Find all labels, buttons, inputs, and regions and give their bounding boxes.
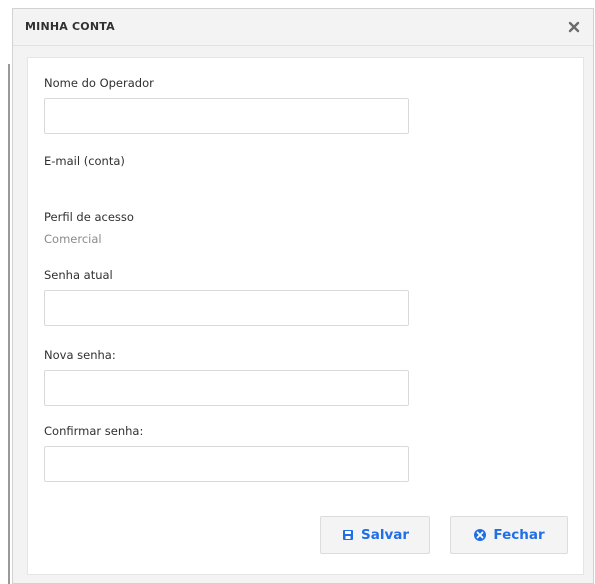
access-profile-value: Comercial [44,232,102,246]
confirm-password-label: Confirmar senha: [44,424,144,438]
current-password-label: Senha atual [44,268,113,282]
operator-name-input[interactable] [44,98,409,134]
new-password-label: Nova senha: [44,348,116,362]
background-left-edge [8,64,10,584]
dialog-close-button[interactable] [565,18,583,36]
close-x-icon [568,21,580,33]
confirm-password-input[interactable] [44,446,409,482]
dialog-title: MINHA CONTA [25,20,115,33]
new-password-input[interactable] [44,370,409,406]
dialog-content: Nome do Operador E-mail (conta) Perfil d… [27,57,584,575]
operator-name-label: Nome do Operador [44,76,154,90]
save-button-label: Salvar [360,527,410,543]
close-circle-icon [473,528,487,542]
save-button[interactable]: Salvar [320,516,430,554]
current-password-input[interactable] [44,290,409,326]
save-icon [341,528,355,542]
close-button-label: Fechar [493,527,545,543]
email-label: E-mail (conta) [44,154,125,168]
access-profile-label: Perfil de acesso [44,210,134,224]
close-button[interactable]: Fechar [450,516,568,554]
account-dialog: MINHA CONTA Nome do Operador E-mail (con… [12,8,594,584]
dialog-titlebar: MINHA CONTA [13,9,593,46]
